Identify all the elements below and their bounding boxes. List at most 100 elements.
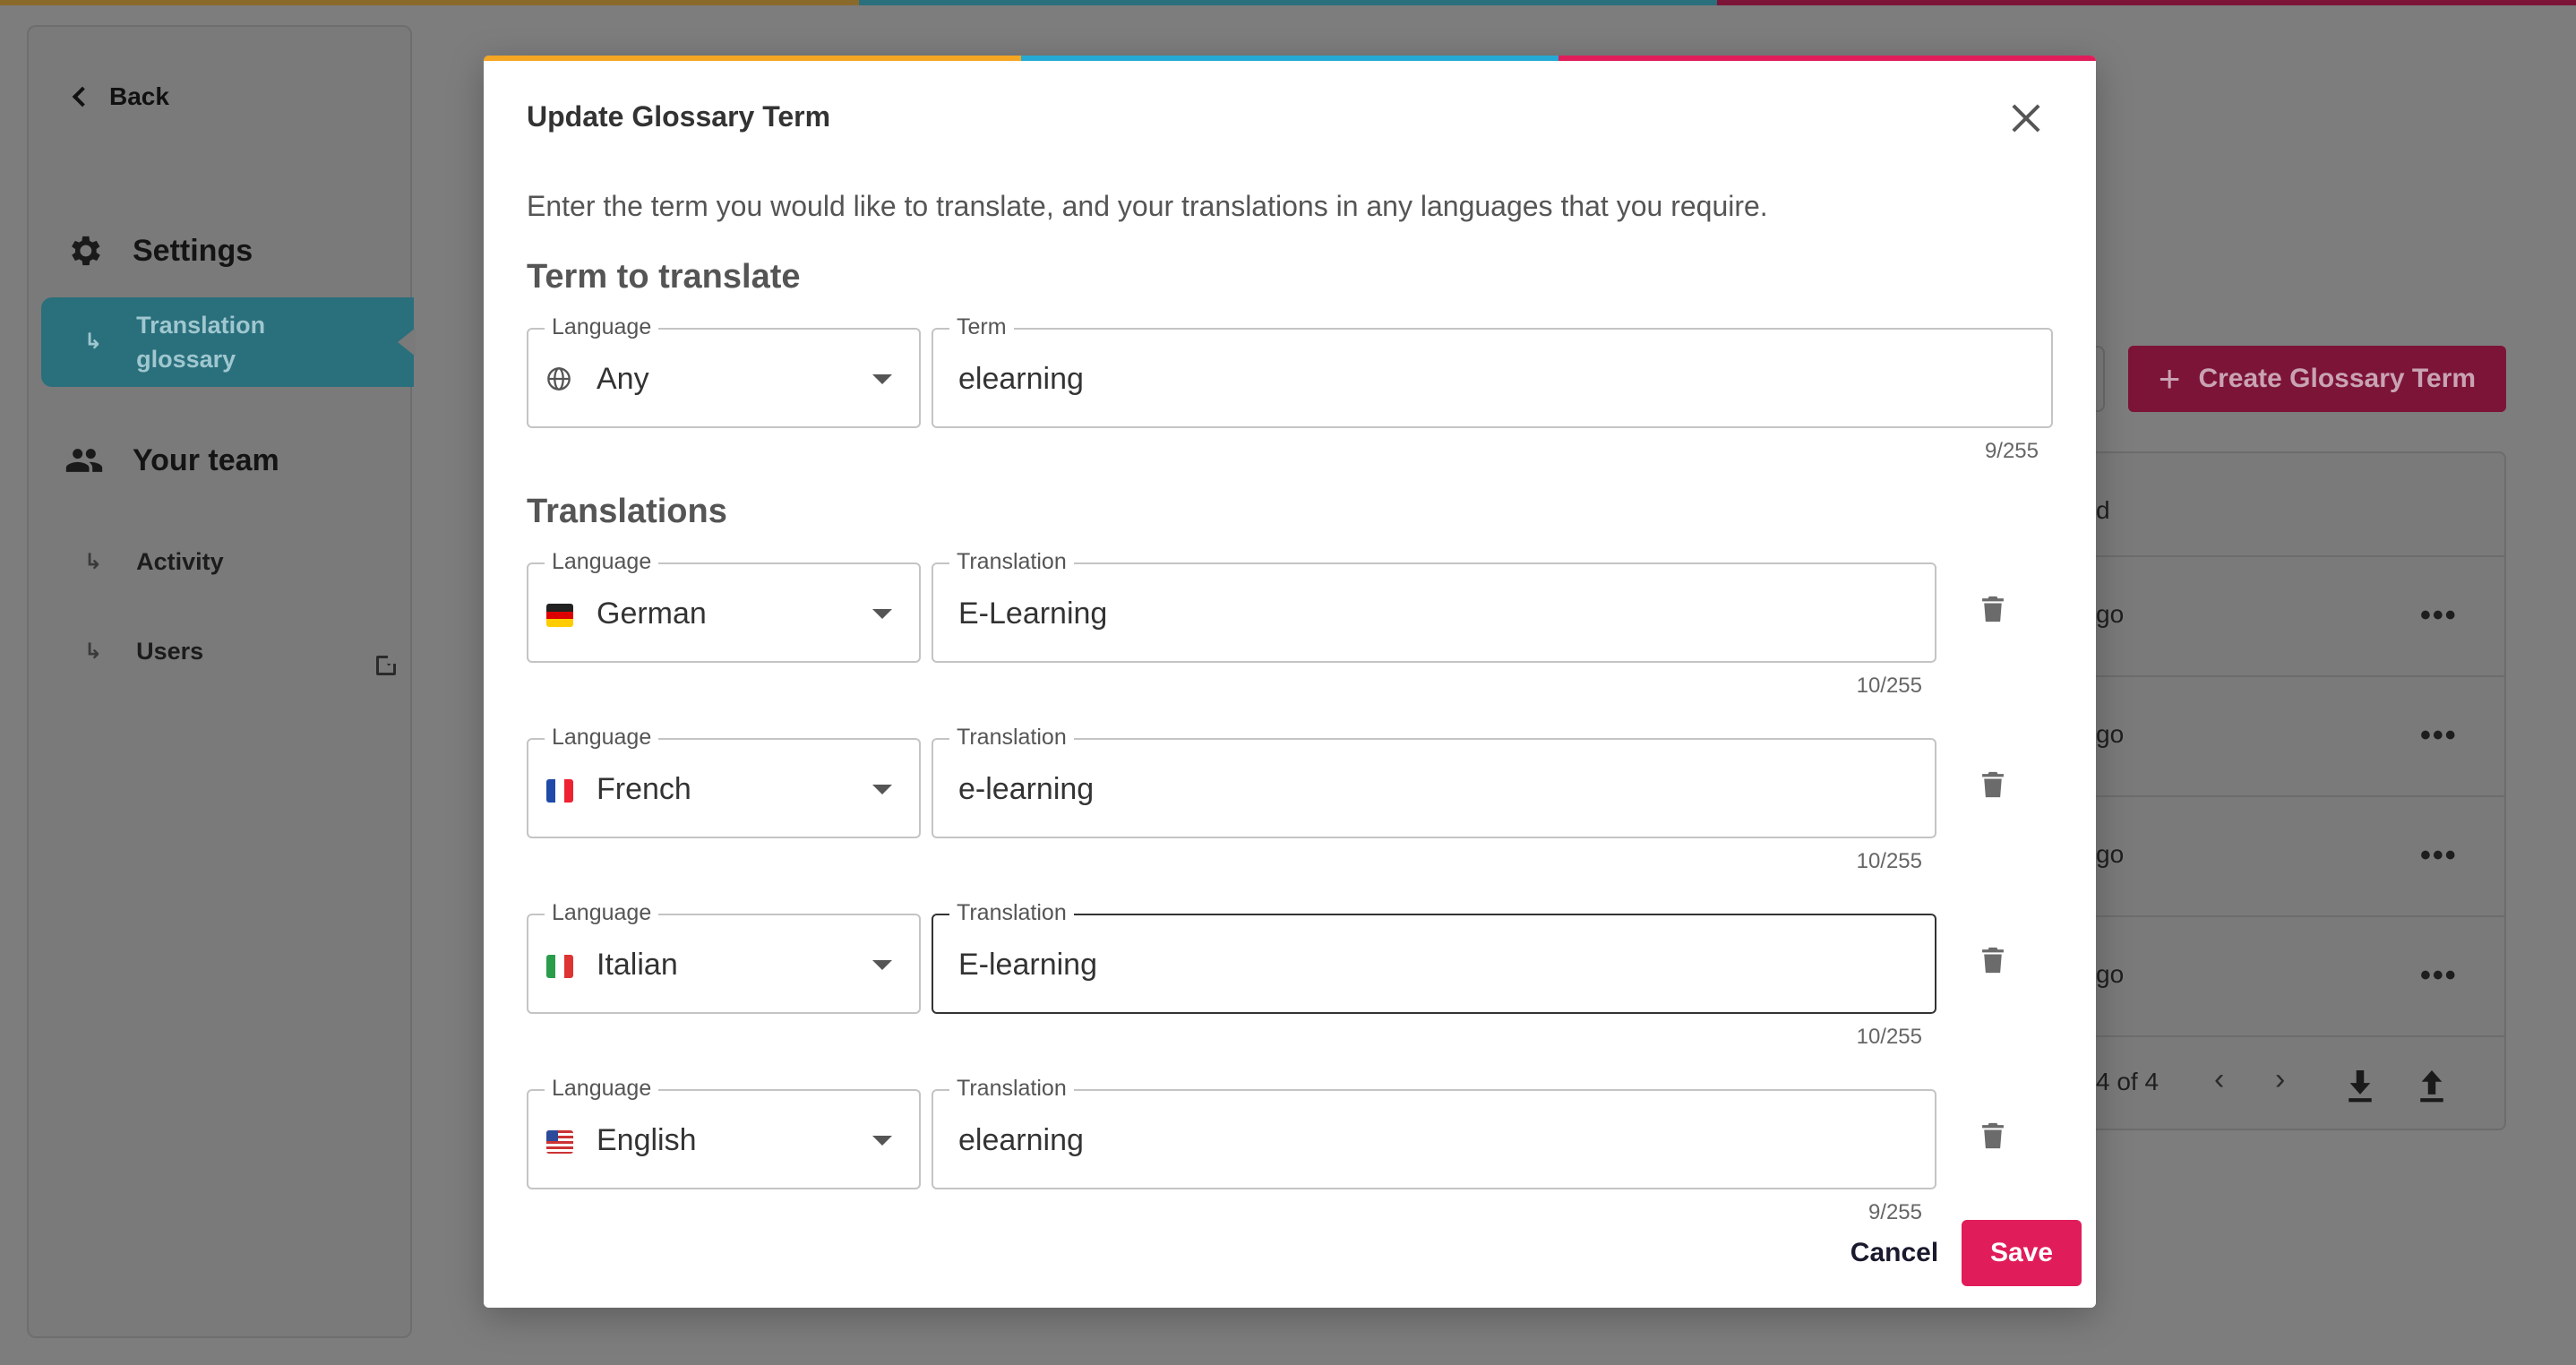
page-accent-bar bbox=[0, 0, 2576, 5]
people-icon bbox=[65, 449, 103, 472]
translations-heading: Translations bbox=[527, 493, 727, 530]
sidebar-item-label: Users bbox=[136, 638, 204, 665]
field-label: Language bbox=[545, 1076, 659, 1102]
caret-down-icon bbox=[872, 960, 892, 970]
caret-down-icon bbox=[872, 1136, 892, 1146]
subitem-arrow-icon: ↳ bbox=[84, 640, 103, 664]
close-icon[interactable] bbox=[2005, 97, 2048, 140]
update-glossary-term-dialog: Update Glossary Term Enter the term you … bbox=[484, 56, 2096, 1308]
sidebar: Back Settings ↳ Translation glossary Your… bbox=[27, 25, 416, 1338]
selected-language: Italian bbox=[597, 948, 678, 982]
translation-character-counter: 10/255 bbox=[1856, 1025, 1922, 1049]
back-label: Back bbox=[109, 82, 169, 110]
field-label: Translation bbox=[949, 1076, 1074, 1102]
term-character-counter: 9/255 bbox=[1984, 439, 2039, 463]
glossary-table: d go ••• go ••• go ••• go ••• 4 of 4 ‹ › bbox=[2051, 451, 2506, 1130]
table-header-cell: d bbox=[2096, 496, 2110, 524]
term-input[interactable]: Term elearning bbox=[932, 314, 2053, 428]
upload-icon[interactable] bbox=[2417, 1068, 2447, 1103]
field-label: Language bbox=[545, 900, 659, 926]
translation-language-select[interactable]: Language Italian bbox=[527, 900, 921, 1014]
translation-value: E-learning bbox=[958, 948, 1097, 982]
field-label: Translation bbox=[949, 549, 1074, 575]
team-label: Your team bbox=[133, 442, 279, 477]
chevron-left-icon[interactable]: ‹ bbox=[2214, 1062, 2224, 1097]
settings-label: Settings bbox=[133, 233, 253, 268]
selected-language: French bbox=[597, 772, 691, 806]
table-cell: go bbox=[2096, 840, 2125, 868]
trash-icon[interactable] bbox=[1981, 770, 2005, 799]
selected-language: English bbox=[597, 1123, 697, 1157]
field-label: Language bbox=[545, 314, 659, 340]
pagination-label: 4 of 4 bbox=[2096, 1068, 2160, 1095]
field-label: Translation bbox=[949, 725, 1074, 751]
chevron-left-icon bbox=[72, 86, 93, 107]
caret-down-icon bbox=[872, 374, 892, 384]
cancel-button[interactable]: Cancel bbox=[1836, 1220, 1953, 1286]
translation-language-select[interactable]: Language English bbox=[527, 1076, 921, 1189]
dialog-actions: Cancel Save bbox=[484, 1220, 2096, 1308]
term-language-select[interactable]: Language Any bbox=[527, 314, 921, 428]
term-value: elearning bbox=[958, 362, 1084, 396]
table-row[interactable]: go ••• bbox=[2053, 915, 2506, 1035]
table-row[interactable]: go ••• bbox=[2053, 675, 2506, 795]
sidebar-item-label: Translation glossary bbox=[136, 312, 266, 373]
translation-input[interactable]: Translation e-learning bbox=[932, 725, 1936, 838]
de-flag-icon bbox=[546, 604, 573, 627]
dialog-accent-bar bbox=[484, 56, 2096, 61]
table-row[interactable]: go ••• bbox=[2053, 795, 2506, 915]
trash-icon[interactable] bbox=[1981, 1121, 2005, 1150]
save-button[interactable]: Save bbox=[1962, 1220, 2082, 1286]
sidebar-item-activity[interactable]: ↳ Activity bbox=[84, 548, 224, 576]
chevron-right-icon[interactable]: › bbox=[2275, 1062, 2285, 1097]
table-cell: go bbox=[2096, 720, 2125, 748]
back-link[interactable]: Back bbox=[68, 82, 169, 111]
table-cell: go bbox=[2096, 600, 2125, 628]
more-options-icon[interactable]: ••• bbox=[2420, 958, 2458, 993]
translation-value: e-learning bbox=[958, 772, 1095, 806]
trash-icon[interactable] bbox=[1981, 595, 2005, 623]
gear-icon bbox=[72, 236, 100, 266]
translation-input[interactable]: Translation E-learning bbox=[932, 900, 1936, 1014]
field-label: Language bbox=[545, 549, 659, 575]
globe-icon bbox=[547, 367, 571, 391]
subitem-arrow-icon: ↳ bbox=[84, 330, 103, 354]
plus-icon: + bbox=[2158, 357, 2181, 399]
translation-character-counter: 10/255 bbox=[1856, 849, 1922, 873]
translation-value: E-Learning bbox=[958, 597, 1108, 631]
more-options-icon[interactable]: ••• bbox=[2420, 838, 2458, 873]
dialog-title: Update Glossary Term bbox=[527, 100, 831, 133]
trash-icon[interactable] bbox=[1981, 946, 2005, 974]
selected-language: German bbox=[597, 597, 707, 631]
table-footer: 4 of 4 ‹ › bbox=[2053, 1035, 2506, 1130]
download-icon[interactable] bbox=[2345, 1068, 2375, 1103]
subitem-arrow-icon: ↳ bbox=[84, 550, 103, 574]
caret-down-icon bbox=[872, 609, 892, 619]
translation-language-select[interactable]: Language German bbox=[527, 549, 921, 663]
us-flag-icon bbox=[546, 1130, 573, 1154]
more-options-icon[interactable]: ••• bbox=[2420, 598, 2458, 633]
translation-input[interactable]: Translation elearning bbox=[932, 1076, 1936, 1189]
external-link-icon bbox=[376, 653, 399, 675]
sidebar-section-your-team[interactable]: Your team bbox=[64, 441, 279, 480]
more-options-icon[interactable]: ••• bbox=[2420, 718, 2458, 753]
translation-character-counter: 10/255 bbox=[1856, 674, 1922, 698]
sidebar-item-users[interactable]: ↳ Users bbox=[84, 638, 203, 665]
field-label: Language bbox=[545, 725, 659, 751]
it-flag-icon bbox=[546, 955, 573, 978]
translation-value: elearning bbox=[958, 1123, 1084, 1157]
fr-flag-icon bbox=[546, 779, 573, 803]
translation-language-select[interactable]: Language French bbox=[527, 725, 921, 838]
create-button-label: Create Glossary Term bbox=[2198, 364, 2477, 393]
sidebar-item-translation-glossary[interactable]: ↳ Translation glossary bbox=[41, 297, 416, 387]
table-row[interactable]: go ••• bbox=[2053, 555, 2506, 675]
table-cell: go bbox=[2096, 960, 2125, 988]
translation-input[interactable]: Translation E-Learning bbox=[932, 549, 1936, 663]
field-label: Term bbox=[949, 314, 1014, 340]
caret-down-icon bbox=[872, 785, 892, 794]
sidebar-section-settings[interactable]: Settings bbox=[64, 231, 253, 270]
create-glossary-term-button[interactable]: + Create Glossary Term bbox=[2128, 346, 2506, 412]
field-label: Translation bbox=[949, 900, 1074, 926]
sidebar-item-label: Activity bbox=[136, 548, 224, 575]
selected-language: Any bbox=[597, 362, 649, 396]
